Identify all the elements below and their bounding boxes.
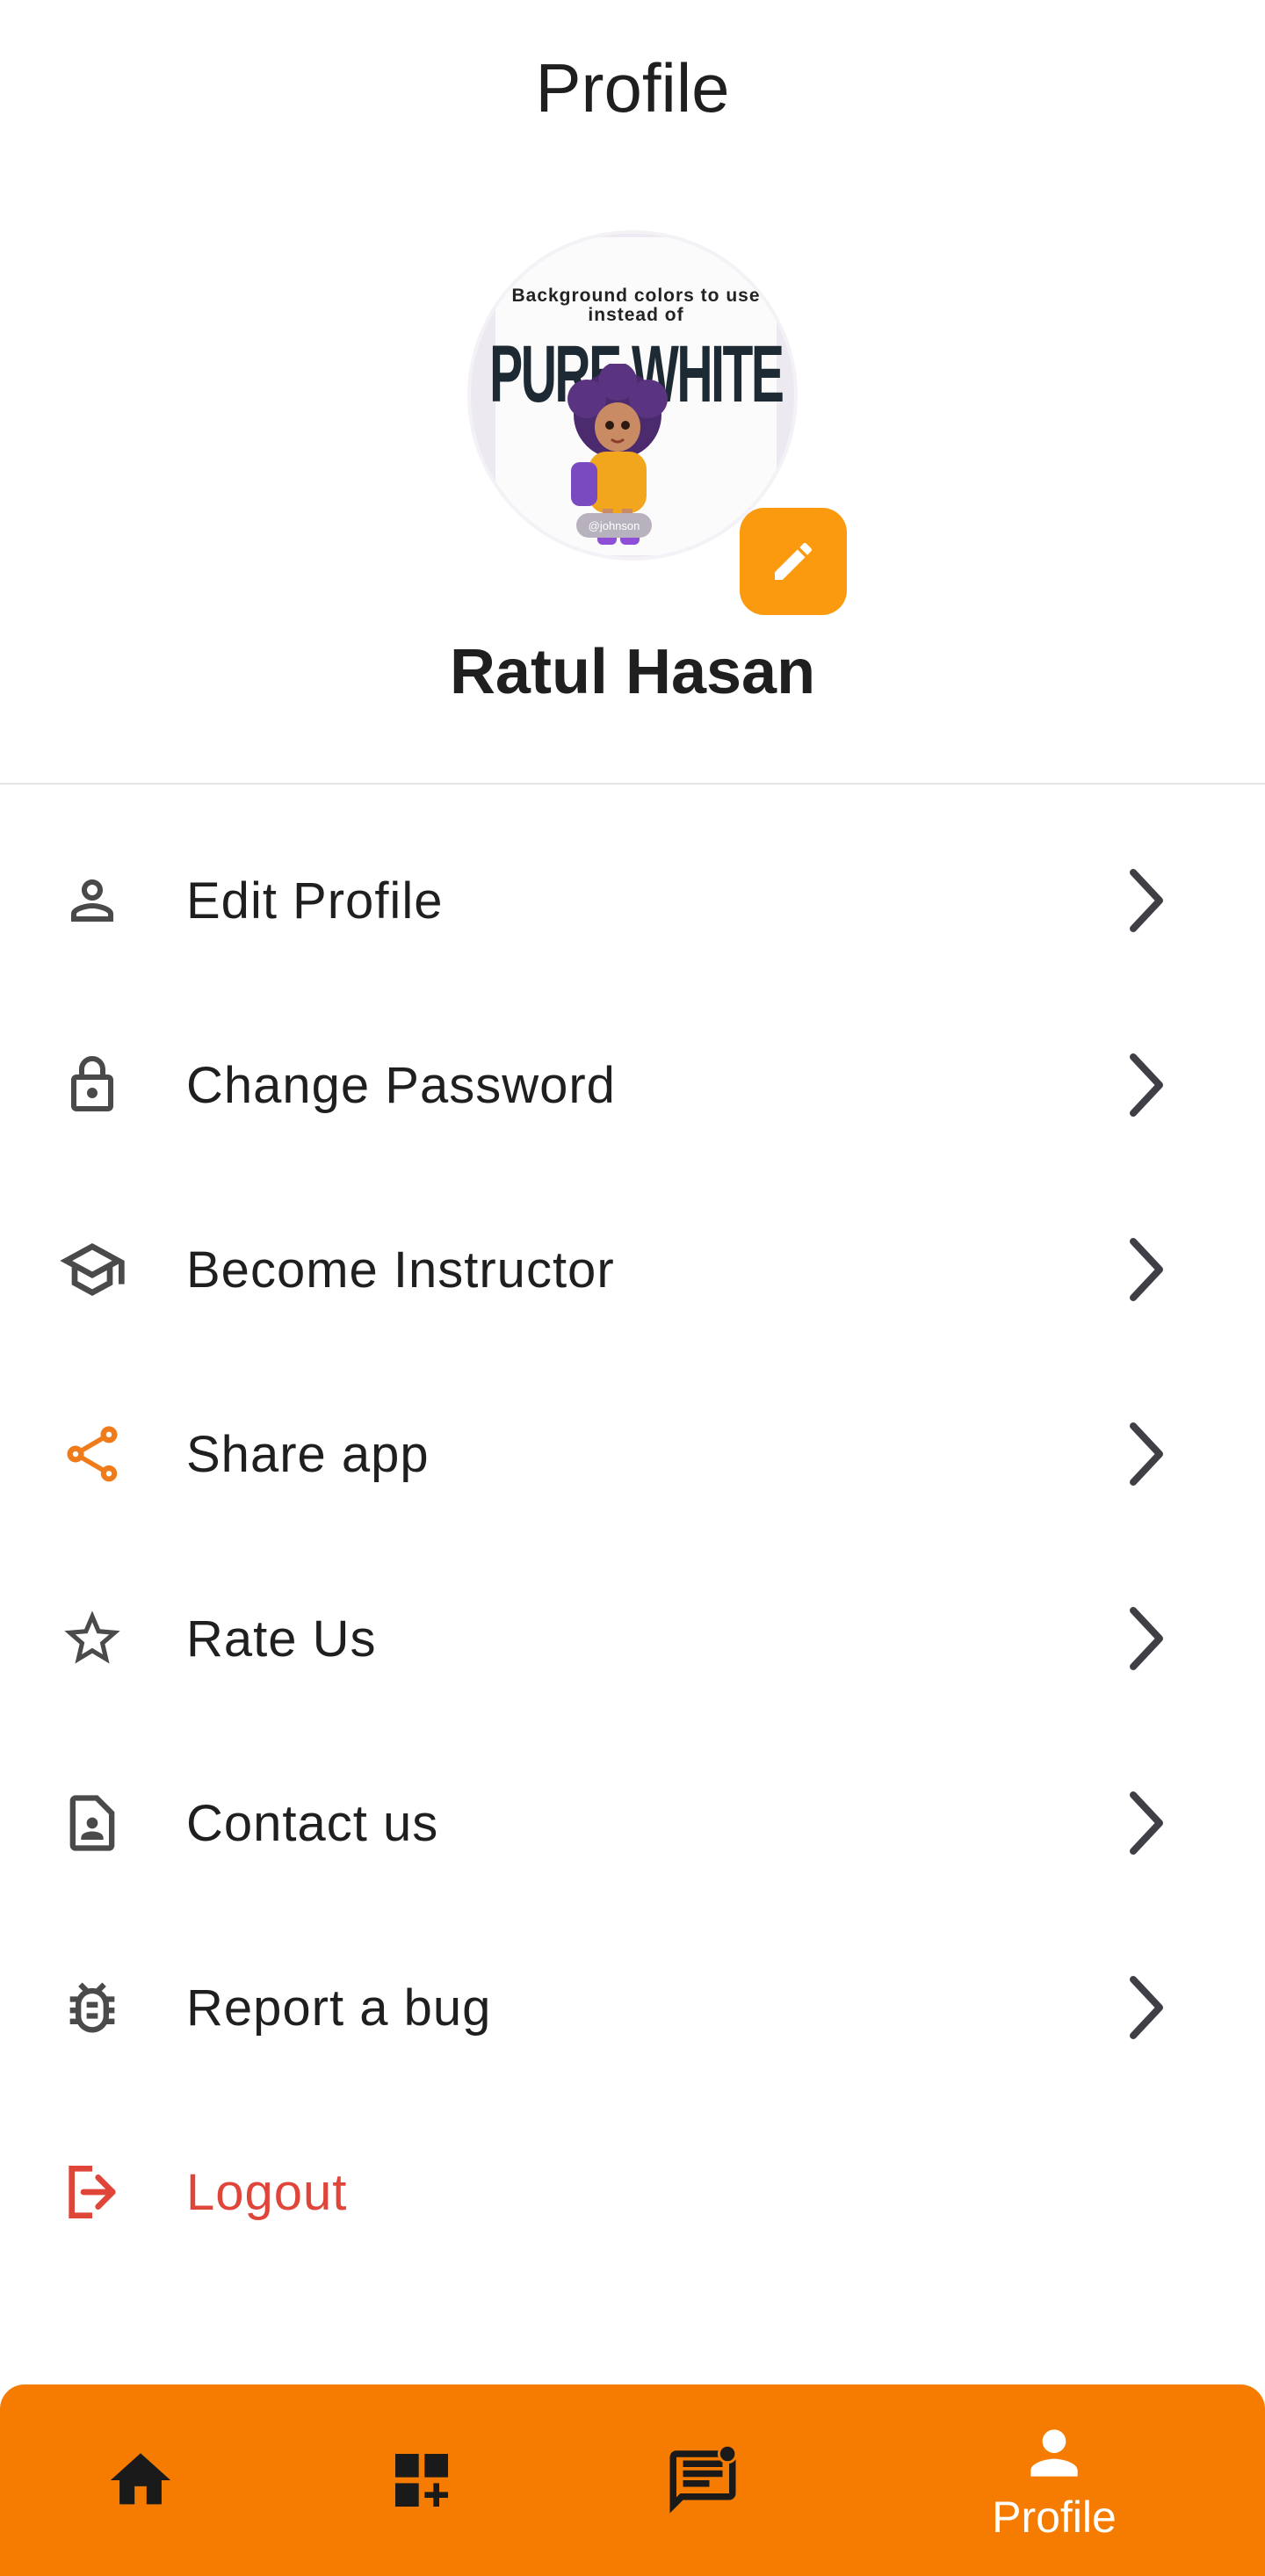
menu-item-label: Share app [186, 1425, 430, 1483]
chevron-right-icon [1109, 865, 1179, 936]
avatar: Background colors to use instead of PURE… [467, 230, 798, 561]
menu-item-contact-us[interactable]: Contact us [0, 1731, 1265, 1915]
menu-item-edit-profile[interactable]: Edit Profile [0, 808, 1265, 993]
menu-item-label: Report a bug [186, 1979, 492, 2037]
profile-icon [1030, 2429, 1078, 2477]
menu-item-share-app[interactable]: Share app [0, 1362, 1265, 1546]
bug-icon [54, 1970, 130, 2045]
person-icon [54, 863, 130, 938]
edit-photo-button[interactable] [740, 508, 847, 615]
logout-icon [54, 2154, 130, 2230]
menu-item-logout[interactable]: Logout [0, 2100, 1265, 2284]
menu-item-change-password[interactable]: Change Password [0, 993, 1265, 1177]
nav-profile[interactable]: Profile [958, 2384, 1151, 2576]
pencil-icon [775, 542, 813, 580]
app-bar: Profile [0, 0, 1265, 176]
nav-profile-label: Profile [992, 2493, 1117, 2542]
logout-label: Logout [186, 2163, 348, 2221]
avatar-credit: @johnson [576, 513, 652, 538]
menu-item-rate-us[interactable]: Rate Us [0, 1546, 1265, 1731]
page-title: Profile [535, 48, 730, 127]
chevron-right-icon [1109, 1972, 1179, 2043]
nav-home[interactable] [88, 2384, 193, 2576]
home-icon [110, 2453, 171, 2505]
nav-chat[interactable] [650, 2384, 755, 2576]
chevron-right-icon [1109, 1050, 1179, 1120]
profile-screen: Profile Background colors to use instead… [0, 0, 1265, 2576]
avatar-caption: Background colors to use instead of [511, 286, 761, 325]
lock-icon [54, 1047, 130, 1123]
contact-icon [54, 1785, 130, 1861]
menu-item-label: Contact us [186, 1794, 439, 1852]
menu-item-label: Change Password [186, 1056, 616, 1114]
menu-item-become-instructor[interactable]: Become Instructor [0, 1177, 1265, 1362]
chevron-right-icon [1109, 1788, 1179, 1858]
menu-item-label: Edit Profile [186, 872, 444, 930]
dashboard-add-icon [395, 2454, 448, 2507]
user-name: Ratul Hasan [449, 637, 816, 707]
chevron-right-icon [1109, 1603, 1179, 1674]
share-icon [54, 1416, 130, 1492]
chat-icon [669, 2443, 738, 2514]
chevron-right-icon [1109, 1419, 1179, 1489]
profile-header: Background colors to use instead of PURE… [0, 230, 1265, 784]
school-icon [54, 1232, 130, 1307]
menu-item-report-bug[interactable]: Report a bug [0, 1915, 1265, 2100]
bottom-navigation: Profile [0, 2384, 1265, 2576]
star-icon [54, 1601, 130, 1676]
nav-dashboard-add[interactable] [369, 2384, 474, 2576]
menu-item-label: Become Instructor [186, 1241, 615, 1299]
menu-item-label: Rate Us [186, 1610, 377, 1668]
profile-menu: Edit Profile Change Password Become Inst… [0, 808, 1265, 2284]
chevron-right-icon [1109, 1234, 1179, 1305]
divider [0, 783, 1265, 785]
